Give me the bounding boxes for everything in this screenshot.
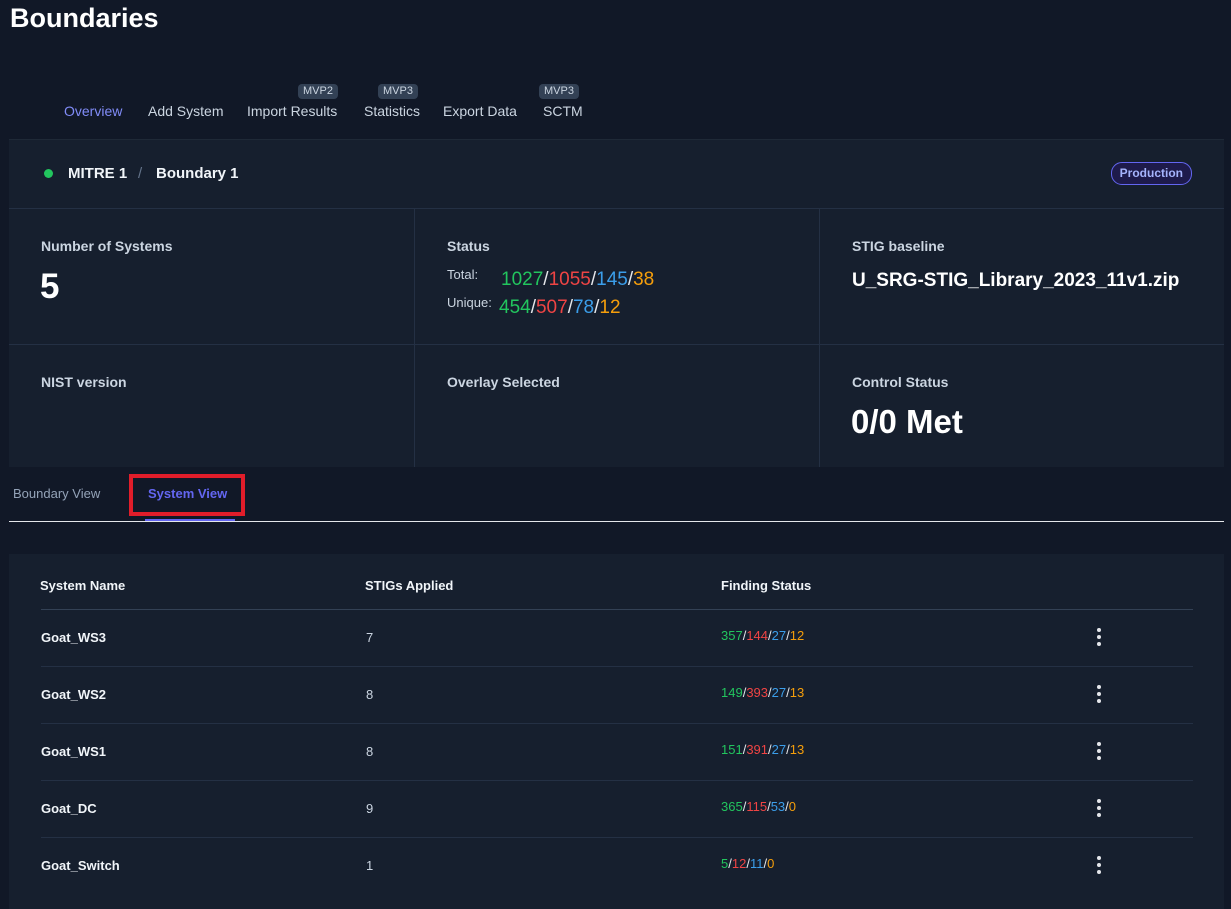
pass-count: 365 [721, 799, 743, 814]
system-name[interactable]: Goat_WS2 [41, 687, 106, 702]
tab-statistics-label[interactable]: Statistics [364, 103, 420, 119]
fail-count: 12 [731, 856, 747, 871]
pass-count: 357 [721, 628, 743, 643]
finding-status: 5/12/11/0 [721, 856, 774, 871]
table-row[interactable]: Goat_WS1 8 151/391/27/13 [41, 724, 1193, 781]
table-row[interactable]: Goat_WS2 8 149/393/27/13 [41, 667, 1193, 724]
column-header-finding-status: Finding Status [721, 578, 812, 593]
systems-table: System Name STIGs Applied Finding Status… [9, 554, 1224, 909]
kebab-icon[interactable] [1091, 679, 1107, 709]
pass-count: 151 [721, 742, 743, 757]
nr-count: 0 [788, 799, 797, 814]
status-unique-values: 454/507/78/12 [499, 297, 621, 319]
table-row[interactable]: Goat_Switch 1 5/12/11/0 [41, 838, 1193, 895]
pass-count: 454 [499, 297, 531, 318]
nr-count: 0 [767, 856, 775, 871]
stat-label: Control Status [852, 374, 949, 390]
tab-overview-label[interactable]: Overview [64, 103, 122, 119]
stat-label: Overlay Selected [447, 374, 560, 390]
stat-label: Number of Systems [41, 238, 173, 254]
fail-count: 393 [746, 685, 769, 700]
kebab-icon[interactable] [1091, 850, 1107, 880]
kebab-icon[interactable] [1091, 622, 1107, 652]
na-count: 27 [771, 628, 787, 643]
table-row[interactable]: Goat_WS3 7 357/144/27/12 [41, 610, 1193, 667]
stat-label: Status [447, 238, 490, 254]
view-tabs: Boundary View System View [9, 467, 1224, 522]
active-tab-indicator [145, 519, 235, 521]
system-name[interactable]: Goat_DC [41, 801, 97, 816]
column-header-stigs-applied: STIGs Applied [365, 578, 454, 593]
stigs-applied: 8 [366, 687, 374, 702]
stat-control-status: Control Status 0/0 Met [820, 345, 1224, 467]
na-count: 78 [572, 297, 595, 318]
stigs-applied: 8 [366, 744, 374, 759]
finding-status: 151/391/27/13 [721, 742, 804, 757]
finding-status: 365/115/53/0 [721, 799, 796, 814]
breadcrumb-org[interactable]: MITRE 1 [68, 165, 127, 182]
stat-value: 5 [40, 267, 60, 306]
boundary-stats: Number of Systems 5 Status Total: 1027/1… [9, 209, 1224, 467]
system-name[interactable]: Goat_WS3 [41, 630, 106, 645]
pass-count: 149 [721, 685, 743, 700]
nr-count: 12 [599, 297, 621, 318]
stigs-applied: 1 [366, 858, 374, 873]
tab-export-data-label[interactable]: Export Data [443, 103, 517, 119]
status-total-values: 1027/1055/145/38 [501, 269, 654, 291]
page-title: Boundaries [10, 3, 159, 33]
tab-sctm-label[interactable]: SCTM [543, 103, 583, 119]
control-status-value: 0/0 Met [851, 403, 963, 440]
stigs-applied: 9 [366, 801, 374, 816]
system-name[interactable]: Goat_Switch [41, 858, 120, 873]
tab-add-system-label[interactable]: Add System [148, 103, 223, 119]
tab-import-results-label[interactable]: Import Results [247, 103, 337, 119]
na-count: 145 [596, 269, 628, 290]
stat-overlay-selected: Overlay Selected [415, 345, 820, 467]
stigs-applied: 7 [366, 630, 374, 645]
fail-count: 115 [746, 799, 768, 814]
stat-label: NIST version [41, 374, 127, 390]
nr-count: 12 [789, 628, 805, 643]
table-row[interactable]: Goat_DC 9 365/115/53/0 [41, 781, 1193, 838]
finding-status: 357/144/27/12 [721, 628, 804, 643]
stat-status: Status Total: 1027/1055/145/38 Unique: 4… [415, 209, 820, 345]
stat-label: STIG baseline [852, 238, 945, 254]
nr-count: 13 [789, 685, 805, 700]
stig-baseline-value: U_SRG-STIG_Library_2023_11v1.zip [852, 270, 1180, 291]
status-total-label: Total: [447, 267, 479, 282]
tab-system-view[interactable]: System View [148, 486, 227, 501]
fail-count: 144 [746, 628, 769, 643]
breadcrumb: MITRE 1 / Boundary 1 Production [9, 140, 1224, 209]
stat-stig-baseline: STIG baseline U_SRG-STIG_Library_2023_11… [820, 209, 1224, 345]
mvp-badge: MVP3 [378, 84, 418, 99]
column-header-system-name: System Name [40, 578, 126, 593]
nr-count: 13 [789, 742, 805, 757]
na-count: 53 [770, 799, 786, 814]
finding-status: 149/393/27/13 [721, 685, 804, 700]
environment-badge: Production [1110, 162, 1192, 185]
mvp-badge: MVP3 [539, 84, 579, 99]
kebab-icon[interactable] [1091, 793, 1107, 823]
kebab-icon[interactable] [1091, 736, 1107, 766]
na-count: 27 [771, 742, 787, 757]
pass-count: 1027 [501, 269, 544, 290]
fail-count: 1055 [548, 269, 591, 290]
breadcrumb-separator: / [138, 165, 143, 182]
breadcrumb-boundary: Boundary 1 [156, 165, 239, 182]
mvp-badge: MVP2 [298, 84, 338, 99]
system-name[interactable]: Goat_WS1 [41, 744, 106, 759]
nr-count: 38 [633, 269, 655, 290]
na-count: 27 [771, 685, 787, 700]
status-unique-label: Unique: [447, 295, 492, 310]
fail-count: 507 [535, 297, 568, 318]
fail-count: 391 [746, 742, 769, 757]
tab-boundary-view[interactable]: Boundary View [13, 486, 100, 501]
status-dot-icon [44, 169, 53, 178]
stat-nist-version: NIST version [9, 345, 415, 467]
na-count: 11 [749, 856, 764, 871]
stat-number-of-systems: Number of Systems 5 [9, 209, 415, 345]
